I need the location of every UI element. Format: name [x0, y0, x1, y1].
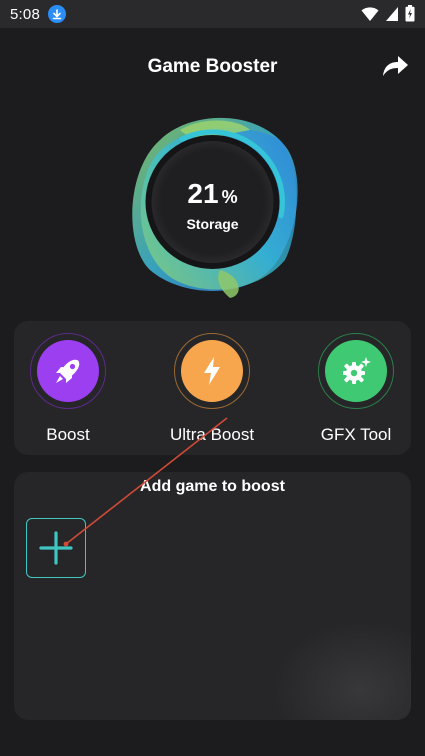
header: Game Booster	[0, 50, 425, 86]
storage-gauge: 21% Storage	[120, 110, 305, 300]
add-game-button[interactable]	[26, 518, 86, 578]
gfx-tool-circle	[325, 340, 387, 402]
share-button[interactable]	[379, 50, 411, 82]
ultra-boost-label: Ultra Boost	[169, 425, 255, 444]
status-time: 5:08	[10, 5, 40, 23]
plus-icon	[39, 531, 73, 565]
page-title: Game Booster	[147, 56, 278, 77]
gear-sparkle-icon	[343, 357, 371, 384]
boost-ring	[30, 333, 106, 409]
boost-label: Boost	[46, 425, 90, 444]
gauge-percent: 21	[187, 177, 219, 209]
ultra-boost-circle	[181, 340, 243, 402]
signal-icon	[386, 6, 398, 21]
lightning-icon	[204, 357, 220, 385]
boost-circle	[37, 340, 99, 402]
games-title: Add game to boost	[140, 478, 285, 495]
gfx-tool-label: GFX Tool	[320, 425, 392, 444]
ultra-boost-ring	[174, 333, 250, 409]
boost-button[interactable]: Boost	[8, 333, 128, 448]
gfx-tool-button[interactable]: GFX Tool	[296, 333, 416, 448]
gauge-label: Storage	[186, 215, 239, 232]
wifi-icon	[361, 6, 379, 21]
share-icon	[383, 56, 408, 76]
games-card: Add game to boost	[14, 472, 411, 720]
ultra-boost-button[interactable]: Ultra Boost	[152, 333, 272, 448]
gauge-value: 21%	[187, 177, 238, 212]
status-bar: 5:08	[0, 0, 425, 28]
gfx-tool-ring	[318, 333, 394, 409]
card-glow-decoration	[271, 620, 411, 720]
gauge-unit: %	[221, 186, 238, 207]
download-icon	[48, 5, 66, 23]
rocket-icon	[56, 359, 80, 383]
status-icons	[361, 5, 415, 22]
booster-actions-card: Boost Ultra Boost GFX Tool	[14, 321, 411, 455]
battery-icon	[405, 5, 415, 22]
gauge-center: 21% Storage	[120, 110, 305, 300]
